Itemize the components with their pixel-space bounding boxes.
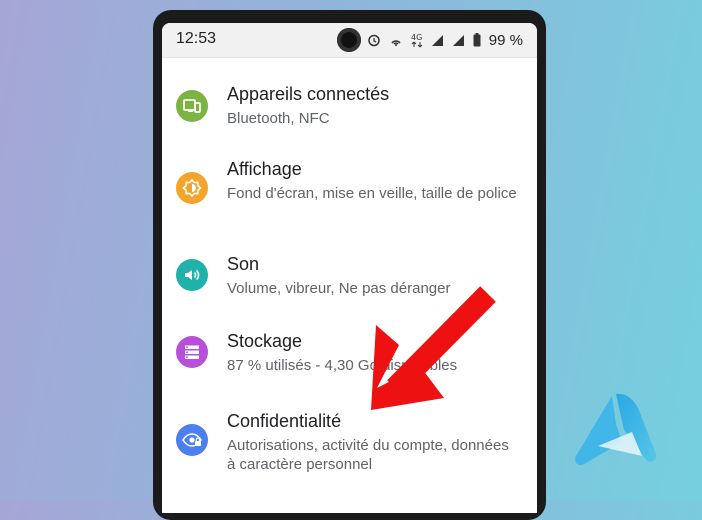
alarm-icon (368, 34, 380, 47)
settings-item-subtitle: 87 % utilisés - 4,30 Go disponibles (227, 357, 458, 374)
storage-icon (176, 336, 208, 368)
front-camera (337, 28, 361, 52)
status-icons: 4G 99 % (367, 29, 523, 51)
settings-item-title: Confidentialité (227, 411, 342, 431)
network-4g-icon: 4G (411, 33, 423, 48)
brand-logo-icon (575, 393, 657, 465)
settings-item-sound[interactable]: Son Volume, vibreur, Ne pas déranger (162, 245, 537, 315)
sound-icon (176, 259, 208, 291)
settings-item-subtitle: Autorisations, activité du compte, donné… (227, 437, 509, 473)
settings-item-title: Son (227, 254, 260, 274)
settings-item-display[interactable]: Affichage Fond d'écran, mise en veille, … (162, 147, 537, 237)
settings-item-subtitle: Volume, vibreur, Ne pas déranger (227, 280, 451, 297)
signal-icon (431, 34, 443, 46)
signal-icon-2 (452, 34, 464, 46)
devices-icon (176, 90, 208, 122)
hotspot-icon (391, 40, 401, 46)
svg-text:4G: 4G (411, 33, 422, 42)
status-bar: 12:53 4G 99 % (162, 23, 537, 58)
status-time: 12:53 (176, 30, 217, 47)
settings-item-title: Appareils connectés (227, 84, 390, 104)
brightness-icon (176, 172, 208, 204)
battery-icon (473, 33, 481, 47)
phone-frame: 12:53 4G 99 % Appareils connectés Blueto… (153, 10, 546, 520)
phone-screen: 12:53 4G 99 % Appareils connectés Blueto… (162, 23, 537, 513)
privacy-icon (176, 424, 208, 456)
settings-item-connected-devices[interactable]: Appareils connectés Bluetooth, NFC (162, 73, 537, 143)
settings-item-title: Affichage (227, 159, 302, 179)
settings-item-subtitle: Bluetooth, NFC (227, 110, 330, 127)
settings-item-title: Stockage (227, 331, 303, 351)
battery-percent: 99 % (488, 31, 523, 49)
settings-item-privacy[interactable]: Confidentialité Autorisations, activité … (162, 399, 537, 489)
settings-item-storage[interactable]: Stockage 87 % utilisés - 4,30 Go disponi… (162, 323, 537, 393)
settings-item-subtitle: Fond d'écran, mise en veille, taille de … (227, 185, 517, 202)
